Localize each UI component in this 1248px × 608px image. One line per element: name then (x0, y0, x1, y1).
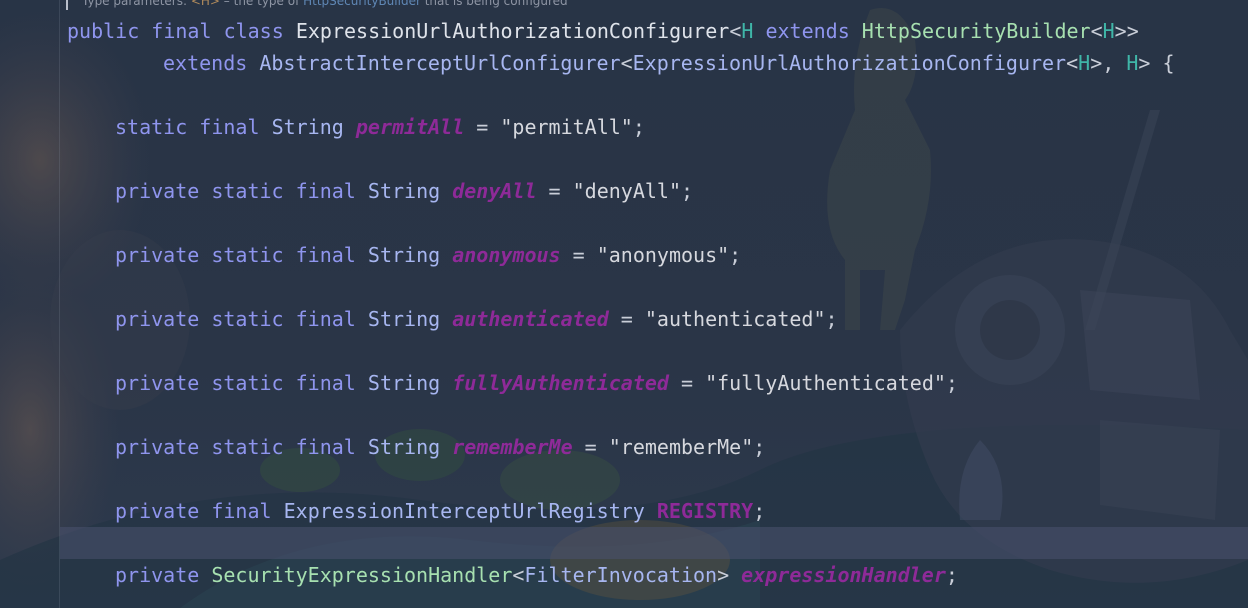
angle-close: >> (1114, 19, 1139, 43)
semicolon: ; (753, 499, 766, 523)
keyword-public: public (67, 19, 140, 43)
angle-close: > (717, 563, 730, 587)
rendered-doc-hint: Type parameters: <H> – the type of HttpS… (82, 0, 568, 8)
keyword-static: static (211, 307, 284, 331)
punctuation: > { (1138, 51, 1175, 75)
current-line-highlight (60, 527, 1248, 559)
keyword-static: static (211, 435, 284, 459)
semicolon: ; (945, 563, 958, 587)
code-line-field-anonymous[interactable]: private static final String anonymous = … (115, 241, 741, 269)
keyword-private: private (115, 243, 200, 267)
doc-hint-type-param: <H> (190, 0, 220, 8)
type-string: String (367, 179, 441, 203)
field-name: rememberMe (452, 435, 573, 459)
doc-hint-prefix: Type parameters: (82, 0, 191, 8)
code-line-class-declaration[interactable]: public final class ExpressionUrlAuthoriz… (67, 17, 1139, 45)
string-literal: "denyAll" (572, 179, 681, 203)
field-name: expressionHandler (741, 563, 946, 587)
angle-open: < (1066, 51, 1079, 75)
keyword-final: final (211, 499, 272, 523)
field-name: anonymous (452, 243, 561, 267)
code-line-field-denyall[interactable]: private static final String denyAll = "d… (115, 177, 693, 205)
keyword-static: static (115, 115, 188, 139)
code-line-field-permitall[interactable]: static final String permitAll = "permitA… (115, 113, 645, 141)
code-line-field-fullyauthenticated[interactable]: private static final String fullyAuthent… (115, 369, 958, 397)
type-param-h: H (1102, 19, 1115, 43)
gutter-divider (59, 0, 60, 608)
type-param-h: H (1078, 51, 1091, 75)
interface-name: HttpSecurityBuilder (861, 19, 1091, 43)
string-literal: "fullyAuthenticated" (705, 371, 946, 395)
operator: = (668, 371, 706, 395)
doc-hint-link[interactable]: HttpSecurityBuilder (303, 0, 421, 8)
keyword-private: private (115, 307, 200, 331)
string-literal: "rememberMe" (608, 435, 754, 459)
keyword-private: private (115, 563, 200, 587)
keyword-class: class (223, 19, 284, 43)
type-string: String (271, 115, 344, 139)
type-string: String (367, 243, 441, 267)
keyword-final: final (199, 115, 260, 139)
generic-class-name: ExpressionUrlAuthorizationConfigurer (632, 51, 1067, 75)
type-string: String (367, 371, 441, 395)
punctuation: >, (1090, 51, 1127, 75)
code-line-field-registry[interactable]: private final ExpressionInterceptUrlRegi… (115, 497, 765, 525)
doc-comment-bar (66, 0, 68, 10)
code-editor[interactable]: Type parameters: <H> – the type of HttpS… (0, 0, 1248, 608)
interface-name: SecurityExpressionHandler (211, 563, 513, 587)
keyword-final: final (295, 307, 356, 331)
keyword-static: static (211, 243, 284, 267)
keyword-final: final (295, 243, 356, 267)
keyword-private: private (115, 435, 200, 459)
generic-type-name: FilterInvocation (524, 563, 718, 587)
keyword-final: final (295, 371, 356, 395)
keyword-private: private (115, 371, 200, 395)
code-line-field-authenticated[interactable]: private static final String authenticate… (115, 305, 838, 333)
string-literal: "anonymous" (596, 243, 730, 267)
type-string: String (367, 435, 441, 459)
keyword-static: static (211, 371, 284, 395)
semicolon: ; (632, 115, 645, 139)
code-line-field-rememberme[interactable]: private static final String rememberMe =… (115, 433, 765, 461)
keyword-extends: extends (163, 51, 248, 75)
field-name: authenticated (452, 307, 609, 331)
field-name: permitAll (355, 115, 465, 139)
keyword-final: final (295, 179, 356, 203)
operator: = (608, 307, 645, 331)
type-string: String (367, 307, 441, 331)
type-name: ExpressionInterceptUrlRegistry (283, 499, 645, 523)
doc-hint-middle: – the type of (219, 0, 304, 8)
keyword-static: static (211, 179, 284, 203)
operator: = (464, 115, 501, 139)
code-line-extends[interactable]: extends AbstractInterceptUrlConfigurer<E… (163, 49, 1175, 77)
keyword-private: private (115, 179, 200, 203)
angle-open: < (512, 563, 525, 587)
class-name: ExpressionUrlAuthorizationConfigurer (295, 19, 730, 43)
doc-hint-suffix: that is being configured (420, 0, 568, 8)
semicolon: ; (945, 371, 958, 395)
keyword-final: final (295, 435, 356, 459)
semicolon: ; (753, 435, 766, 459)
type-param-h: H (1126, 51, 1139, 75)
string-literal: "authenticated" (644, 307, 826, 331)
operator: = (572, 435, 609, 459)
superclass-name: AbstractInterceptUrlConfigurer (259, 51, 621, 75)
keyword-private: private (115, 499, 200, 523)
code-line-field-expressionhandler[interactable]: private SecurityExpressionHandler<Filter… (115, 561, 958, 589)
angle-open: < (1090, 19, 1103, 43)
field-name: fullyAuthenticated (452, 371, 669, 395)
field-name: denyAll (452, 179, 537, 203)
keyword-extends: extends (765, 19, 850, 43)
field-name: REGISTRY (656, 499, 754, 523)
string-literal: "permitAll" (500, 115, 633, 139)
operator: = (560, 243, 597, 267)
semicolon: ; (729, 243, 742, 267)
keyword-final: final (151, 19, 212, 43)
semicolon: ; (681, 179, 694, 203)
type-param-h: H (741, 19, 754, 43)
operator: = (536, 179, 573, 203)
angle-open: < (620, 51, 633, 75)
semicolon: ; (825, 307, 838, 331)
angle-open: < (729, 19, 742, 43)
